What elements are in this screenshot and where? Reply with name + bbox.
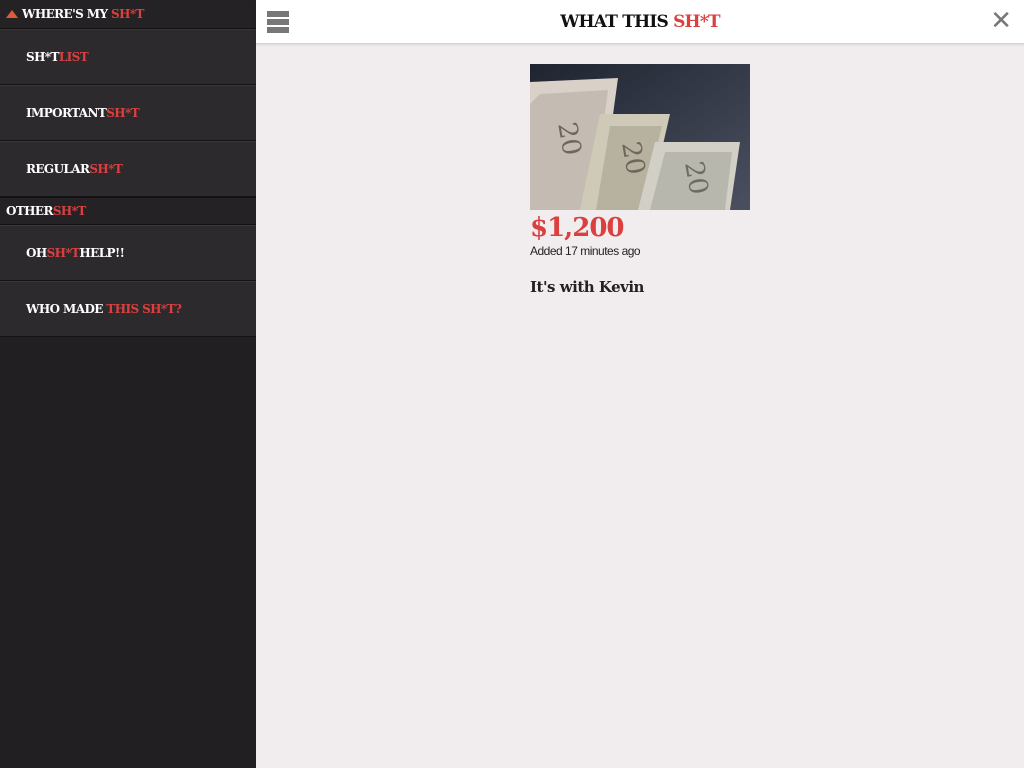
sidebar-item-important[interactable]: IMPORTANTSH*T <box>0 85 256 141</box>
sidebar-item-label: REGULARSH*T <box>26 162 123 176</box>
page-title: WHAT THIS SH*T <box>560 11 720 32</box>
item-detail: 20 20 20 $1,200 Added 17 minutes ago It'… <box>530 64 750 296</box>
sidebar-item-label: WHO MADE THIS SH*T? <box>26 302 182 316</box>
item-timestamp: Added 17 minutes ago <box>530 244 641 258</box>
hamburger-icon[interactable] <box>267 11 289 33</box>
sidebar-item-sht-list[interactable]: SH*TLIST <box>0 29 256 85</box>
sidebar-item-label: OHSH*THELP!! <box>26 246 125 260</box>
sidebar-item-regular[interactable]: REGULARSH*T <box>0 141 256 197</box>
sidebar-section-label: OTHERSH*T <box>6 204 86 218</box>
item-photo: 20 20 20 <box>530 64 750 210</box>
item-amount: $1,200 <box>530 213 625 243</box>
sidebar-header-label: WHERE'S MY SH*T <box>22 7 144 21</box>
main-content: WHAT THIS SH*T ✕ 20 20 20 $1,200 Added 1… <box>256 0 1024 768</box>
sidebar-section-other: OTHERSH*T <box>0 197 256 225</box>
sidebar-item-label: IMPORTANTSH*T <box>26 106 140 120</box>
close-icon[interactable]: ✕ <box>990 8 1012 34</box>
sidebar-header[interactable]: WHERE'S MY SH*T <box>0 0 256 29</box>
collapse-triangle-icon <box>6 10 18 18</box>
svg-text:20: 20 <box>678 159 713 197</box>
sidebar-item-help[interactable]: OHSH*THELP!! <box>0 225 256 281</box>
svg-text:20: 20 <box>615 139 650 177</box>
sidebar: WHERE'S MY SH*T SH*TLIST IMPORTANTSH*T R… <box>0 0 256 768</box>
item-note: It's with Kevin <box>530 278 644 296</box>
svg-text:20: 20 <box>551 120 586 158</box>
sidebar-item-label: SH*TLIST <box>26 50 89 64</box>
top-bar: WHAT THIS SH*T ✕ <box>256 0 1024 44</box>
sidebar-item-about[interactable]: WHO MADE THIS SH*T? <box>0 281 256 337</box>
